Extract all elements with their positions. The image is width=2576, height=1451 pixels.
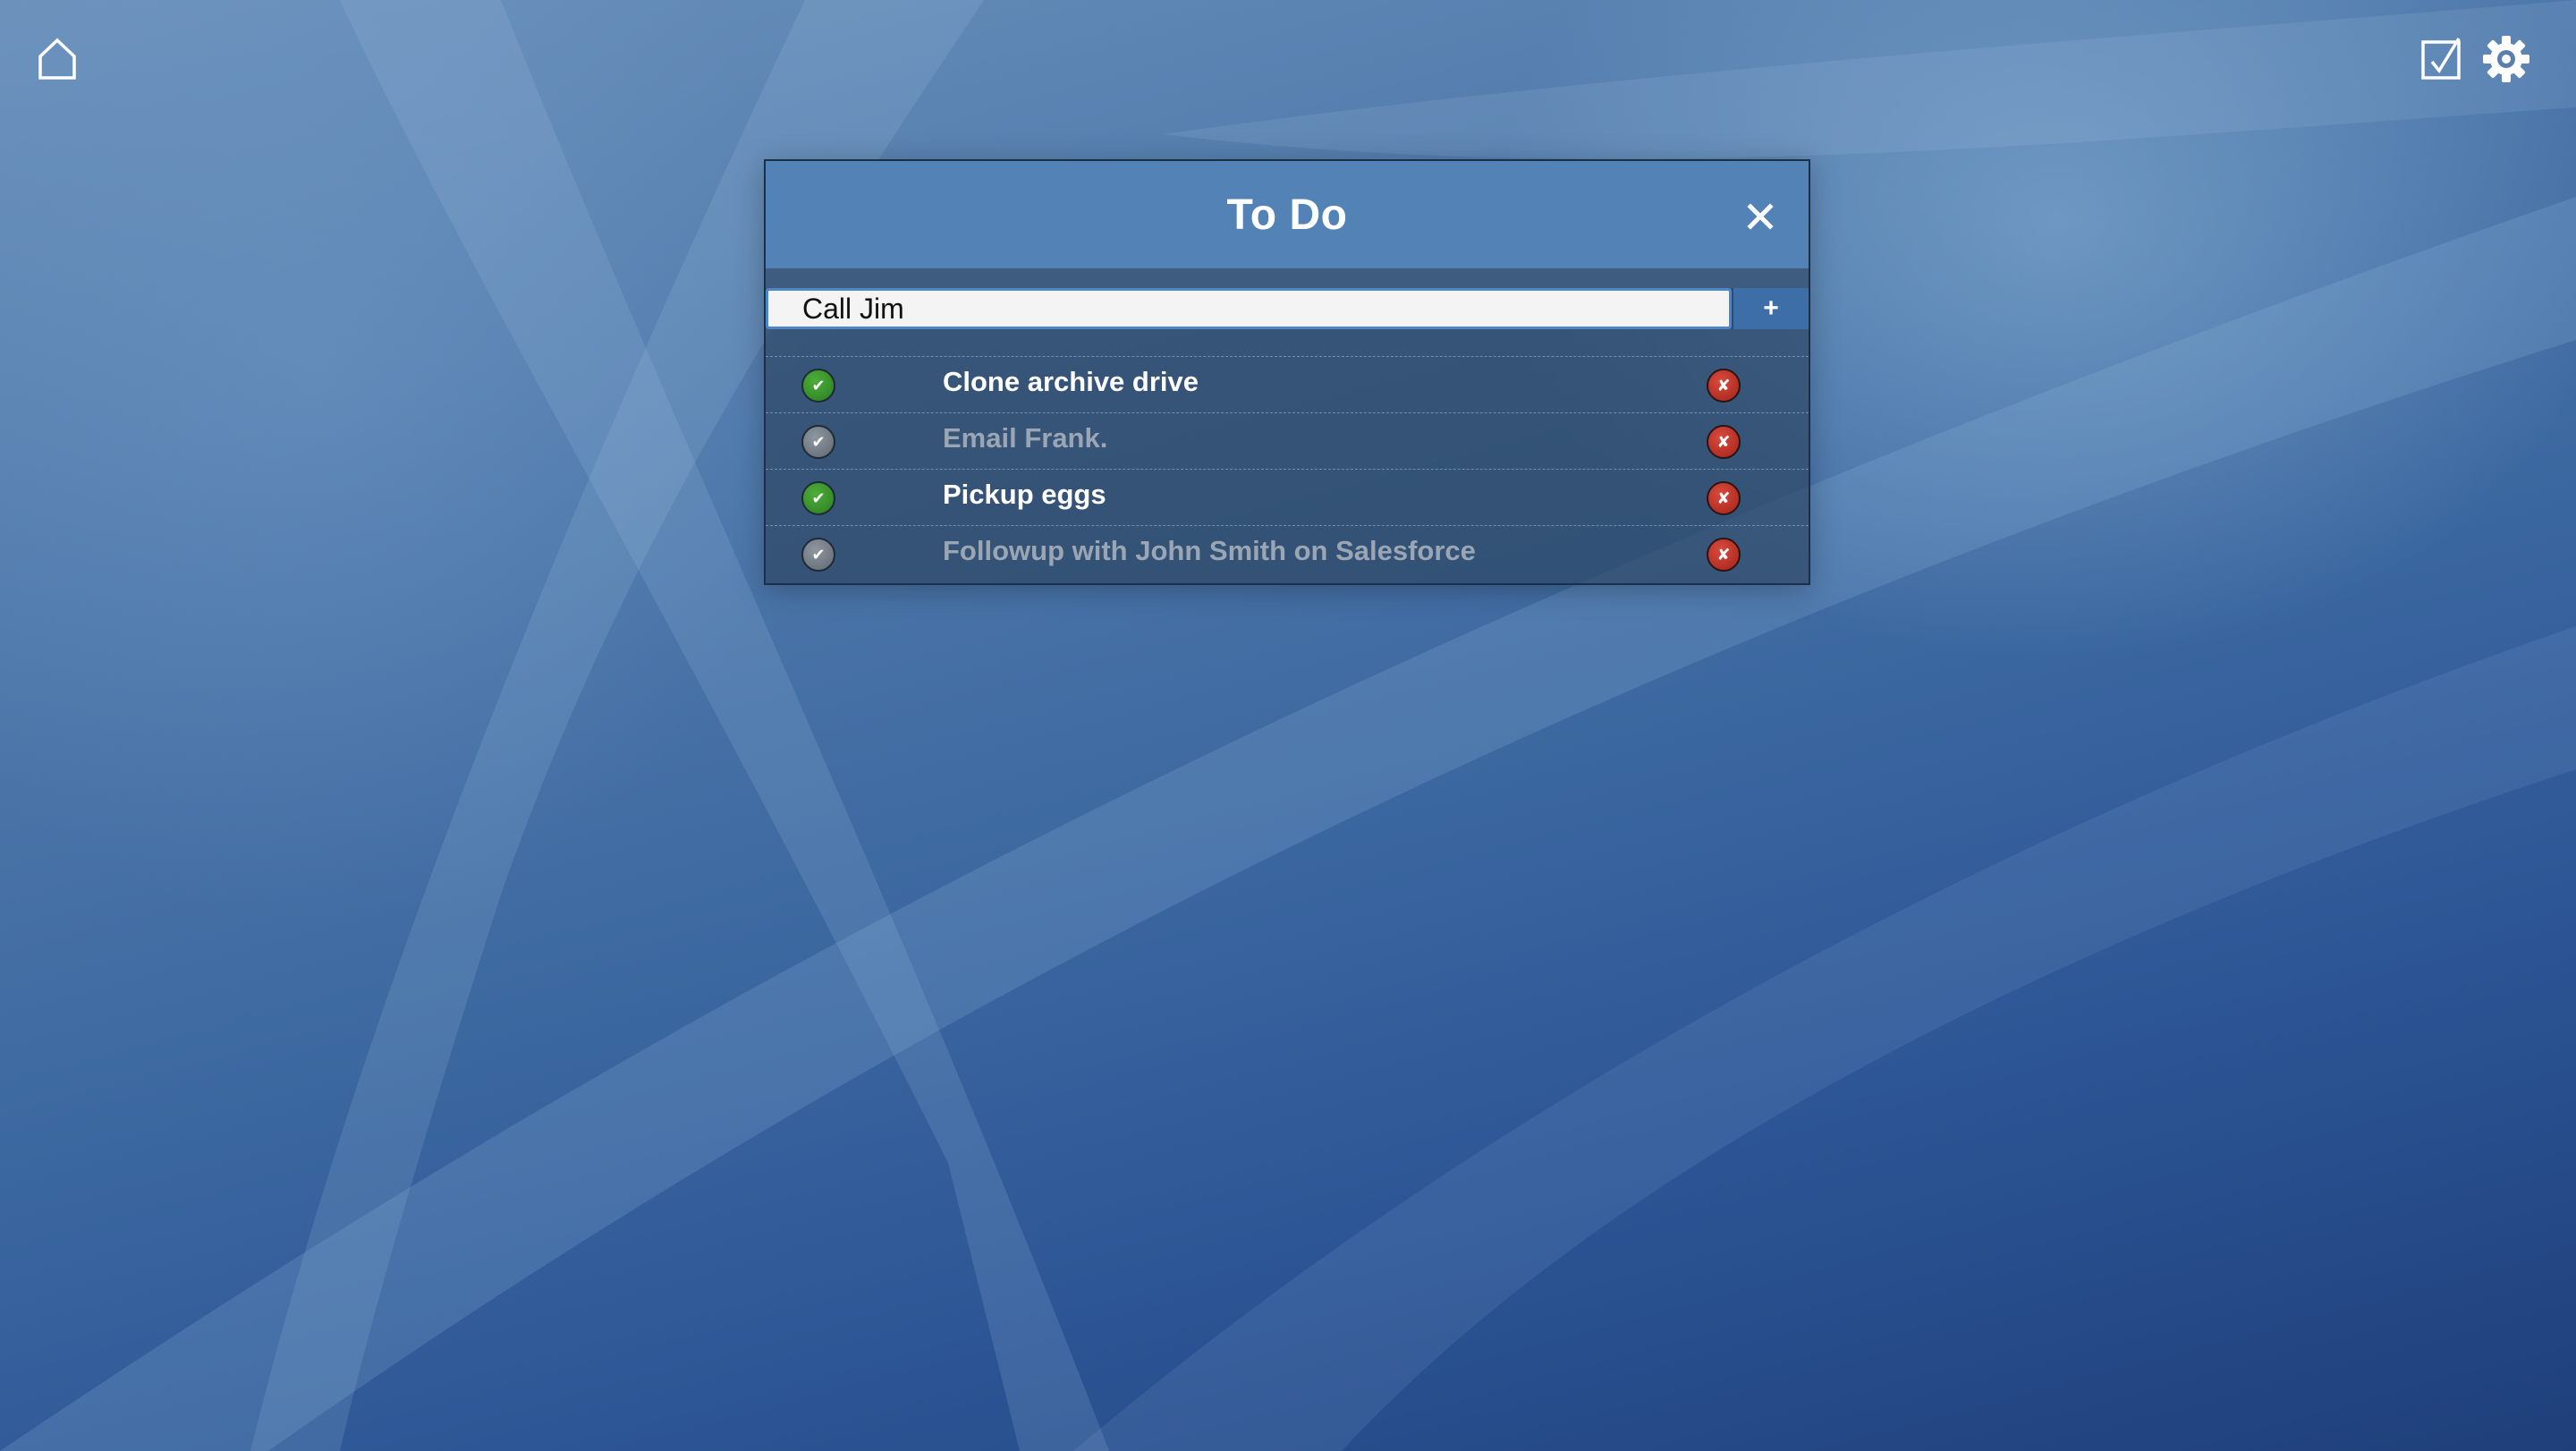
home-icon <box>38 38 76 80</box>
delete-task-button[interactable]: ✘ <box>1707 481 1741 515</box>
complete-toggle-button[interactable]: ✔ <box>801 425 835 459</box>
checkbox-icon <box>2421 38 2461 80</box>
header-divider <box>766 268 1809 288</box>
delete-task-button[interactable]: ✘ <box>1707 425 1741 459</box>
todo-title: To Do <box>1226 191 1348 239</box>
todo-item: ✔ Email Frank. ✘ <box>766 413 1809 470</box>
todo-list: ✔ Clone archive drive ✘ ✔ Email Frank. ✘… <box>766 357 1809 582</box>
close-button[interactable] <box>1742 199 1778 234</box>
todo-window: To Do + ✔ Clone archive drive ✘ ✔ Email … <box>764 159 1810 585</box>
add-task-button[interactable]: + <box>1732 288 1809 329</box>
gear-icon <box>2483 36 2529 82</box>
new-task-input[interactable] <box>766 288 1732 329</box>
complete-toggle-button[interactable]: ✔ <box>801 369 835 403</box>
settings-button[interactable] <box>2479 32 2533 86</box>
todo-item-text: Clone archive drive <box>943 366 1199 397</box>
todo-item: ✔ Pickup eggs ✘ <box>766 470 1809 526</box>
todo-item: ✔ Clone archive drive ✘ <box>766 357 1809 413</box>
desktop: To Do + ✔ Clone archive drive ✘ ✔ Email … <box>0 0 2576 1451</box>
list-top-spacer <box>766 329 1809 357</box>
new-task-row: + <box>766 288 1809 329</box>
complete-toggle-button[interactable]: ✔ <box>801 481 835 515</box>
delete-task-button[interactable]: ✘ <box>1707 538 1741 572</box>
tasks-button[interactable] <box>2415 32 2469 86</box>
todo-item-text: Followup with John Smith on Salesforce <box>943 535 1476 566</box>
complete-toggle-button[interactable]: ✔ <box>801 538 835 572</box>
todo-item: ✔ Followup with John Smith on Salesforce… <box>766 526 1809 582</box>
todo-header: To Do <box>766 161 1809 268</box>
delete-task-button[interactable]: ✘ <box>1707 369 1741 403</box>
todo-item-text: Email Frank. <box>943 422 1108 454</box>
home-button[interactable] <box>30 32 84 86</box>
todo-item-text: Pickup eggs <box>943 479 1106 510</box>
close-icon <box>1747 203 1774 230</box>
